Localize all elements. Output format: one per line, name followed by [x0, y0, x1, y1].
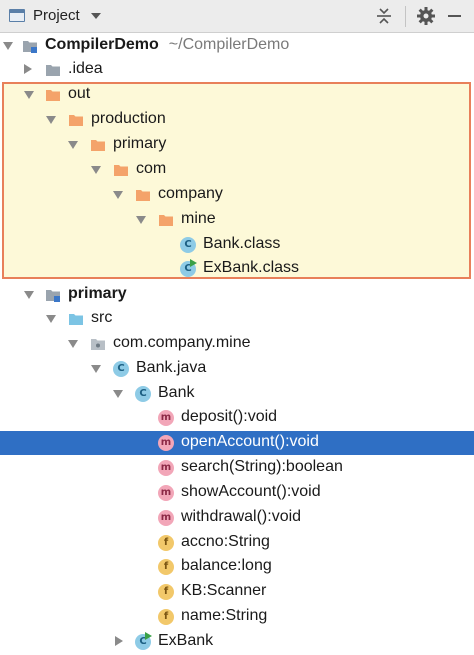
tree-label: deposit():void — [181, 408, 278, 425]
tree-row-mine[interactable]: mine — [0, 208, 474, 232]
tree-label: company — [158, 185, 223, 202]
tree-label: src — [91, 309, 113, 326]
tree-row-primary-out[interactable]: primary — [0, 133, 474, 157]
expand-arrow-icon[interactable] — [46, 116, 56, 124]
tree-row-production[interactable]: production — [0, 108, 474, 132]
minimize-icon[interactable] — [448, 15, 461, 17]
tree-label: search(String):boolean — [181, 458, 343, 475]
tree-label: balance:long — [181, 557, 272, 574]
module-folder-icon — [23, 41, 37, 53]
class-icon: C — [113, 361, 129, 377]
expand-arrow-icon[interactable] — [113, 390, 123, 398]
tree-row-field-balance[interactable]: f balance:long — [0, 555, 474, 579]
tree-label: Bank.java — [136, 359, 207, 376]
project-path: ~/CompilerDemo — [168, 36, 290, 53]
expand-arrow-icon[interactable] — [24, 64, 32, 74]
tree-label: ExBank — [158, 632, 214, 649]
expand-arrow-icon[interactable] — [24, 291, 34, 299]
tree-row-field-name[interactable]: f name:String — [0, 605, 474, 629]
expand-arrow-icon[interactable] — [24, 91, 34, 99]
field-icon: f — [158, 609, 174, 625]
tree-label: ExBank.class — [203, 259, 300, 276]
tree-label: withdrawal():void — [181, 508, 302, 525]
tree-row-bank-class-node[interactable]: C Bank — [0, 382, 474, 406]
tree-row-field-accno[interactable]: f accno:String — [0, 531, 474, 555]
run-badge-icon — [145, 632, 152, 640]
project-toolwindow-header: Project — [0, 0, 474, 33]
tree-label: com.company.mine — [113, 334, 251, 351]
expand-arrow-icon[interactable] — [3, 42, 13, 50]
method-icon: m — [158, 485, 174, 501]
tree-row-field-kb[interactable]: f KB:Scanner — [0, 580, 474, 604]
gear-icon[interactable] — [416, 6, 436, 26]
method-icon: m — [158, 510, 174, 526]
field-icon: f — [158, 535, 174, 551]
field-icon: f — [158, 584, 174, 600]
tree-row-bank-java[interactable]: C Bank.java — [0, 357, 474, 381]
tree-label: name:String — [181, 607, 268, 624]
expand-arrow-icon[interactable] — [136, 216, 146, 224]
class-icon: C — [180, 237, 196, 253]
orange-folder-icon — [46, 90, 60, 101]
tree-row-method-deposit[interactable]: m deposit():void — [0, 406, 474, 430]
tree-label: out — [68, 85, 91, 102]
orange-folder-icon — [136, 190, 150, 201]
tree-row-package[interactable]: com.company.mine — [0, 332, 474, 356]
tree-label: Bank.class — [203, 235, 281, 252]
tree-row-com[interactable]: com — [0, 158, 474, 182]
tree-label: CompilerDemo ~/CompilerDemo — [45, 36, 290, 53]
collapse-all-icon[interactable] — [375, 7, 393, 25]
field-icon: f — [158, 559, 174, 575]
source-folder-icon — [69, 314, 83, 325]
tree-row-compilerdemo[interactable]: CompilerDemo ~/CompilerDemo — [0, 34, 474, 58]
tree-row-company[interactable]: company — [0, 183, 474, 207]
method-icon: m — [158, 435, 174, 451]
toolwindow-title[interactable]: Project — [33, 7, 80, 24]
orange-folder-icon — [114, 165, 128, 176]
tree-row-method-withdrawal[interactable]: m withdrawal():void — [0, 506, 474, 530]
tree-row-primary-module[interactable]: primary — [0, 283, 474, 307]
expand-arrow-icon[interactable] — [91, 166, 101, 174]
tree-label: primary — [113, 135, 167, 152]
tree-row-src[interactable]: src — [0, 307, 474, 331]
window-icon — [9, 9, 25, 22]
tree-label: Bank — [158, 384, 195, 401]
package-icon — [91, 339, 105, 350]
expand-arrow-icon[interactable] — [68, 141, 78, 149]
tree-label: production — [91, 110, 166, 127]
tree-label: KB:Scanner — [181, 582, 267, 599]
grey-folder-icon — [46, 65, 60, 76]
tree-label: openAccount():void — [181, 433, 319, 450]
expand-arrow-icon[interactable] — [115, 636, 123, 646]
tree-label: primary — [68, 285, 127, 302]
expand-arrow-icon[interactable] — [91, 365, 101, 373]
dropdown-caret-icon[interactable] — [91, 13, 101, 19]
tree-row-out[interactable]: out — [0, 83, 474, 107]
tree-label: accno:String — [181, 533, 270, 550]
module-folder-icon — [46, 290, 60, 302]
expand-arrow-icon[interactable] — [68, 340, 78, 348]
expand-arrow-icon[interactable] — [46, 315, 56, 323]
tree-row-exbank-class[interactable]: C ExBank.class — [0, 257, 474, 281]
method-icon: m — [158, 460, 174, 476]
tree-row-method-showaccount[interactable]: m showAccount():void — [0, 481, 474, 505]
tree-label: com — [136, 160, 167, 177]
tree-row-idea[interactable]: .idea — [0, 58, 474, 82]
tree-row-exbank[interactable]: C ExBank — [0, 630, 474, 654]
orange-folder-icon — [91, 140, 105, 151]
tree-label: mine — [181, 210, 216, 227]
tree-label: showAccount():void — [181, 483, 321, 500]
class-icon: C — [135, 386, 151, 402]
expand-arrow-icon[interactable] — [113, 191, 123, 199]
tree-label: .idea — [68, 60, 103, 77]
run-badge-icon — [190, 259, 197, 267]
method-icon: m — [158, 410, 174, 426]
tree-row-method-search[interactable]: m search(String):boolean — [0, 456, 474, 480]
toolbar-separator — [405, 6, 406, 27]
orange-folder-icon — [159, 215, 173, 226]
tree-row-bank-class[interactable]: C Bank.class — [0, 233, 474, 257]
tree-row-method-openaccount[interactable]: m openAccount():void — [0, 431, 474, 455]
orange-folder-icon — [69, 115, 83, 126]
